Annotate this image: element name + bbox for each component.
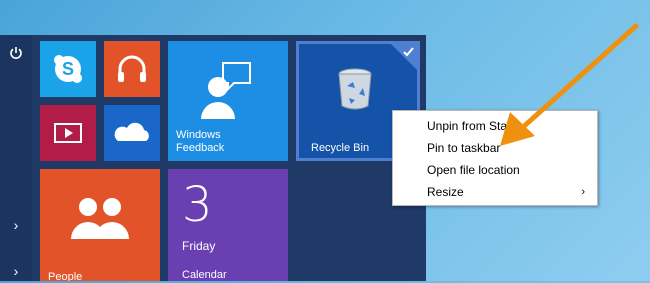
annotation-arrow xyxy=(500,23,639,146)
